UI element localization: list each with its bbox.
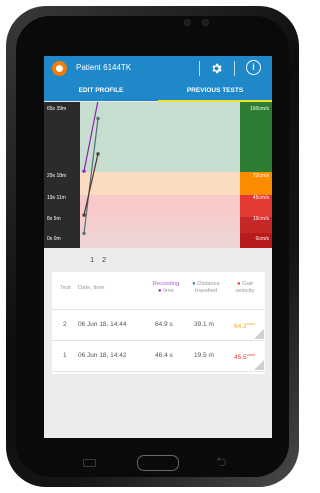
gear-icon: [211, 63, 222, 73]
recording-sub: time: [163, 288, 175, 294]
right-label: 19cm/s: [253, 216, 270, 222]
left-label: 29s 18m: [47, 173, 66, 179]
page-link[interactable]: 2: [102, 255, 106, 264]
cell-test: 1: [63, 352, 67, 359]
back-icon[interactable]: ⮌: [216, 453, 226, 475]
cell-velocity: 45.5cm/s: [234, 352, 255, 361]
table-row[interactable]: 2 06 Jun 18, 14:44 64.9 s 39.1 m 64.3cm/…: [52, 310, 265, 341]
series-point: [96, 116, 100, 120]
chart-band-orange: [80, 172, 240, 195]
right-label: 72cm/s: [253, 173, 270, 179]
cell-date: 06 Jun 18, 14:42: [78, 352, 127, 359]
cell-date: 06 Jun 18, 14:44: [78, 321, 127, 328]
page-link[interactable]: 1: [90, 255, 94, 264]
app-screen: Patient 6144TK i EDIT PROFILE PREVIOUS T…: [44, 56, 272, 438]
series-point: [96, 152, 100, 156]
distance-dot-icon: ●: [192, 281, 196, 287]
toolbar-divider: [199, 61, 200, 76]
tab-bar: EDIT PROFILE PREVIOUS TESTS: [44, 81, 272, 101]
cell-test: 2: [63, 321, 67, 328]
cell-distance: 19.5 m: [194, 352, 214, 359]
info-icon[interactable]: i: [246, 60, 261, 75]
row-corner-icon: [254, 329, 264, 339]
right-label: 45cm/s: [253, 195, 270, 201]
col-header-distance: ● Distance travelled: [186, 281, 226, 295]
gait-chart: 65s 39m 29s 18m 19s 11m 8s 5m 0s 0m 160c…: [44, 102, 272, 248]
gait-sub: velocity: [235, 288, 255, 294]
chart-band-green: [80, 102, 240, 172]
camera-icon: [202, 19, 209, 26]
tab-previous-tests[interactable]: PREVIOUS TESTS: [158, 81, 272, 101]
table-row[interactable]: 1 06 Jun 18, 14:42 46.4 s 19.5 m 45.5cm/…: [52, 341, 265, 372]
series-point: [82, 231, 86, 235]
cell-velocity: 64.3cm/s: [234, 321, 255, 330]
cell-time: 46.4 s: [155, 352, 173, 359]
left-label: 8s 5m: [47, 216, 61, 222]
velocity-value: 45.5: [234, 354, 247, 362]
system-nav-bar: ⮌: [44, 448, 272, 478]
cell-distance: 39.1 m: [194, 321, 214, 328]
col-header-date: Date, time: [78, 285, 105, 291]
gait-dot-icon: ●: [237, 281, 241, 287]
distance-label: Distance: [197, 281, 220, 287]
patient-title: Patient 6144TK: [76, 63, 132, 72]
row-corner-icon: [254, 360, 264, 370]
app-logo-icon: [52, 61, 67, 76]
left-label: 65s 39m: [47, 106, 66, 112]
velocity-value: 64.3: [234, 323, 247, 331]
pagination: 1 2: [44, 248, 272, 272]
series-point: [82, 213, 86, 217]
left-label: 19s 11m: [47, 195, 66, 201]
sensor-icon: [184, 19, 191, 26]
home-button[interactable]: [137, 455, 179, 471]
table-header: Test Date, time Recording ● time ● Dista…: [52, 272, 265, 310]
recent-apps-icon[interactable]: [83, 459, 96, 467]
chart-band-red: [80, 195, 240, 217]
recording-dot-icon: ●: [157, 288, 162, 294]
left-label: 0s 0m: [47, 236, 61, 242]
cell-time: 64.9 s: [155, 321, 173, 328]
col-header-gait: ● Gait velocity: [228, 281, 262, 295]
tablet-device: Patient 6144TK i EDIT PROFILE PREVIOUS T…: [0, 0, 305, 493]
tests-table: Test Date, time Recording ● time ● Dista…: [52, 272, 265, 374]
right-label: 160cm/s: [250, 106, 269, 112]
recording-label: Recording: [152, 281, 180, 287]
velocity-zone-green: [240, 102, 272, 172]
distance-sub: travelled: [195, 288, 217, 294]
velocity-unit: cm/s: [246, 352, 256, 357]
tab-edit-profile[interactable]: EDIT PROFILE: [44, 81, 158, 101]
col-header-test: Test: [60, 285, 71, 291]
settings-gear-icon[interactable]: [208, 60, 224, 76]
velocity-unit: cm/s: [246, 321, 256, 326]
series-point: [82, 169, 86, 173]
chart-band-pink: [80, 233, 240, 248]
gait-label: Gait: [242, 281, 253, 287]
col-header-recording: Recording ● time: [148, 281, 184, 295]
right-label: 0cm/s: [256, 236, 270, 242]
chart-band-light-red: [80, 217, 240, 233]
app-bar: Patient 6144TK i: [44, 56, 272, 81]
toolbar-divider: [234, 61, 235, 76]
